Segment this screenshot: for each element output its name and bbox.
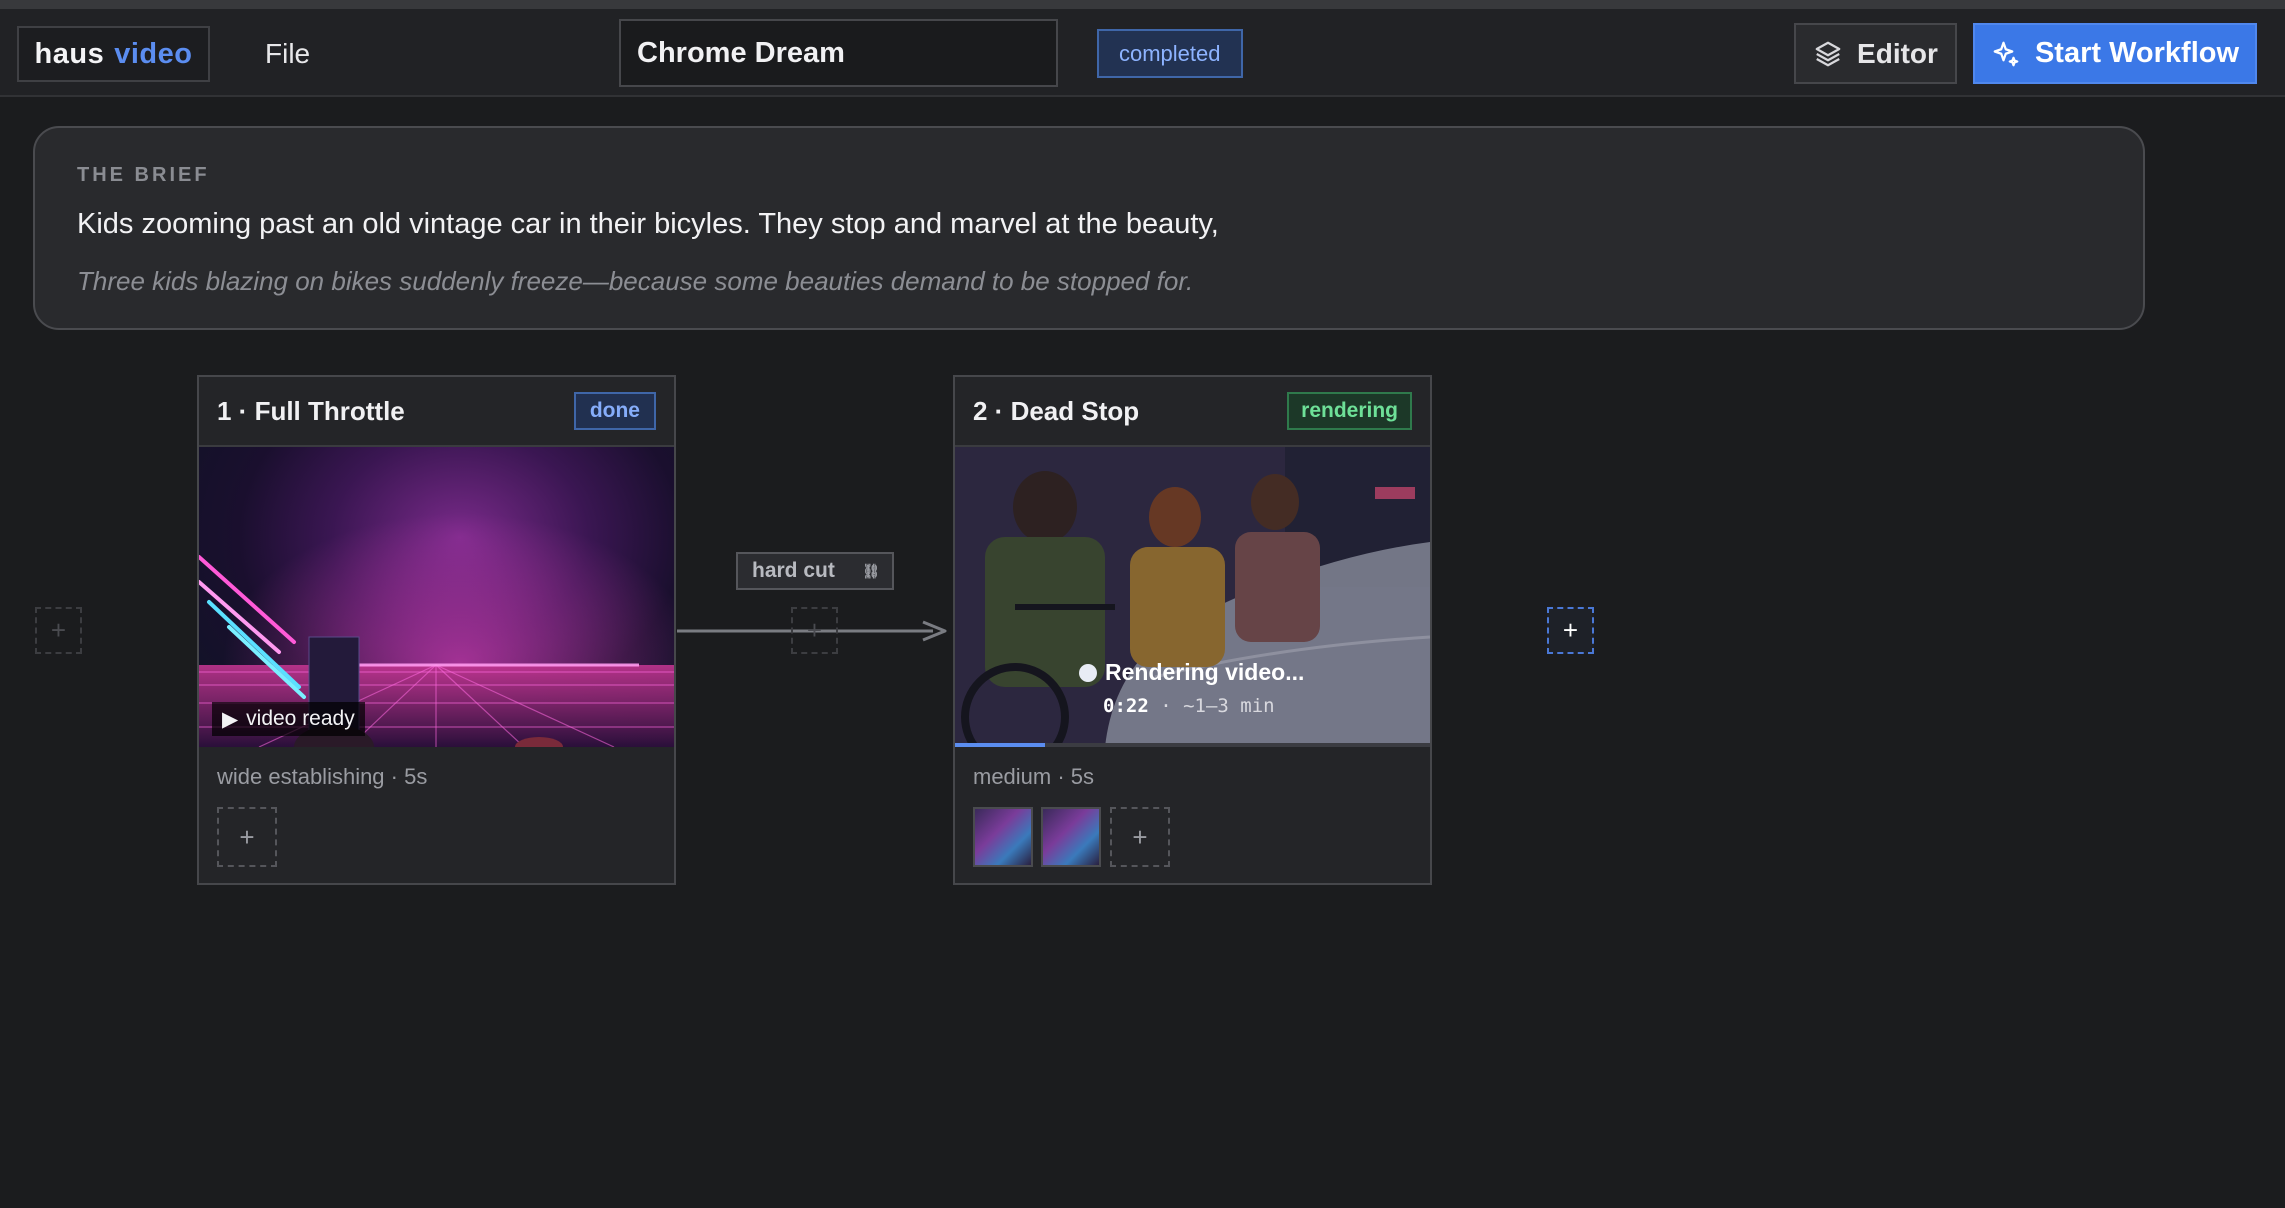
file-menu[interactable]: File: [245, 31, 330, 77]
project-title-input[interactable]: [619, 19, 1058, 87]
top-toolbar: haus video File completed Editor Start W…: [0, 9, 2285, 97]
brief-panel: THE BRIEF Kids zooming past an old vinta…: [33, 126, 2145, 330]
rendering-status: Rendering video...: [1079, 659, 1304, 686]
shot-status-badge: done: [573, 392, 656, 430]
transition-type-button[interactable]: hard cut ⛓: [736, 552, 894, 590]
brief-heading: THE BRIEF: [77, 164, 210, 186]
start-workflow-button[interactable]: Start Workflow: [1973, 23, 2257, 84]
rendering-status-label: Rendering video...: [1105, 659, 1305, 685]
video-ready-tag[interactable]: ▶ video ready: [212, 702, 365, 736]
plus-icon: +: [1132, 821, 1148, 852]
add-reference-button[interactable]: +: [1110, 807, 1170, 867]
shot-title: 2 · Dead Stop: [973, 396, 1140, 426]
shot-meta: wide establishing · 5s: [217, 764, 428, 789]
link-icon: ⛓: [862, 563, 880, 579]
add-shot-before-button[interactable]: +: [35, 607, 82, 654]
shot-meta: medium · 5s: [973, 764, 1095, 789]
editor-button-label: Editor: [1857, 37, 1938, 69]
project-status-badge: completed: [1097, 29, 1243, 78]
shot-title: 1 · Full Throttle: [217, 396, 405, 426]
brief-logline: Three kids blazing on bikes suddenly fre…: [77, 266, 1194, 296]
plus-icon: +: [239, 821, 255, 852]
plus-icon: +: [1562, 615, 1579, 645]
rendering-elapsed: 0:22: [1103, 695, 1149, 717]
window-top-strip: [0, 0, 2285, 9]
sparkle-icon: [1993, 41, 2019, 66]
plus-icon: +: [50, 615, 67, 645]
plus-icon: +: [806, 615, 823, 645]
add-reference-button[interactable]: +: [217, 807, 277, 867]
rendering-timer: 0:22 · ~1–3 min: [1103, 695, 1275, 717]
logo-text-video: video: [114, 37, 193, 70]
layers-icon: [1815, 41, 1841, 66]
video-ready-label: video ready: [246, 707, 355, 730]
insert-shot-between-button[interactable]: +: [791, 607, 838, 654]
play-icon: ▶: [222, 707, 239, 731]
shot-card-1[interactable]: 1 · Full Throttle done ▶ video ready wid…: [197, 375, 676, 885]
rendering-overlay: Rendering video... 0:22 · ~1–3 min: [955, 447, 1430, 747]
reference-thumbnail[interactable]: [973, 807, 1033, 867]
shot-video-thumbnail[interactable]: ▶ video ready: [199, 447, 674, 747]
render-progress-bar: [955, 743, 1430, 747]
logo-text-haus: haus: [34, 37, 105, 70]
shot-card-header: 2 · Dead Stop rendering: [955, 377, 1430, 447]
shot-status-badge: rendering: [1287, 392, 1412, 430]
transition-label: hard cut: [752, 559, 835, 582]
shot-card-header: 1 · Full Throttle done: [199, 377, 674, 447]
editor-button[interactable]: Editor: [1794, 23, 1957, 84]
shot-preview-image[interactable]: Rendering video... 0:22 · ~1–3 min: [955, 447, 1430, 747]
rendering-eta: · ~1–3 min: [1148, 695, 1275, 717]
add-shot-after-button[interactable]: +: [1547, 607, 1594, 654]
start-workflow-label: Start Workflow: [2034, 37, 2240, 69]
shot-card-2[interactable]: 2 · Dead Stop rendering Rendering video.…: [953, 375, 1432, 885]
spinner-icon: [1079, 663, 1097, 682]
brief-text[interactable]: Kids zooming past an old vintage car in …: [77, 208, 1219, 241]
reference-thumbnail[interactable]: [1041, 807, 1101, 867]
render-progress-fill: [955, 743, 1046, 747]
app-logo[interactable]: haus video: [17, 26, 210, 82]
